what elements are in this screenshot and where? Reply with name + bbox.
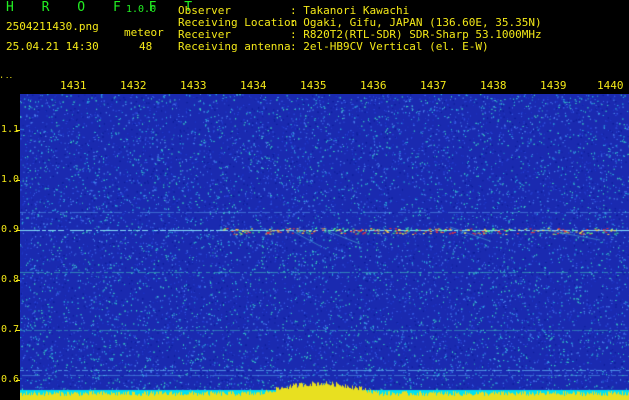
time-tick-label: 1440 (597, 79, 624, 92)
app-title: H R O F F T (6, 0, 203, 15)
time-tick-label: 1437 (420, 79, 447, 92)
time-tick-label: 1433 (180, 79, 207, 92)
antenna-label: Receiving antenna (178, 40, 291, 53)
time-tick-label: 1438 (480, 79, 507, 92)
time-tick-label: 1434 (240, 79, 267, 92)
time-tick-label: 1432 (120, 79, 147, 92)
meteor-count: 48 (139, 40, 153, 53)
app-version: 1.0.0 (126, 4, 157, 15)
header-panel: H R O F F T 1.0.0 2504211430.png meteor … (0, 0, 629, 78)
spectrogram-display (20, 94, 629, 400)
meteor-label: meteor (124, 26, 164, 39)
frequency-axis: 1.1 1.0 0.9 0.8 0.7 0.6 (0, 94, 20, 400)
time-tick-label: 1436 (360, 79, 387, 92)
time-tick-label: 1439 (540, 79, 567, 92)
antenna-value: : 2el-HB9CV Vertical (el. E-W) (290, 40, 489, 53)
time-tick-label: 1435 (300, 79, 327, 92)
time-tick-label: 1431 (60, 79, 87, 92)
file-name: 2504211430.png (6, 20, 99, 33)
time-axis: 1431 1432 1433 1434 1435 1436 1437 1438 … (0, 78, 629, 94)
date-time: 25.04.21 14:30 (6, 40, 99, 53)
